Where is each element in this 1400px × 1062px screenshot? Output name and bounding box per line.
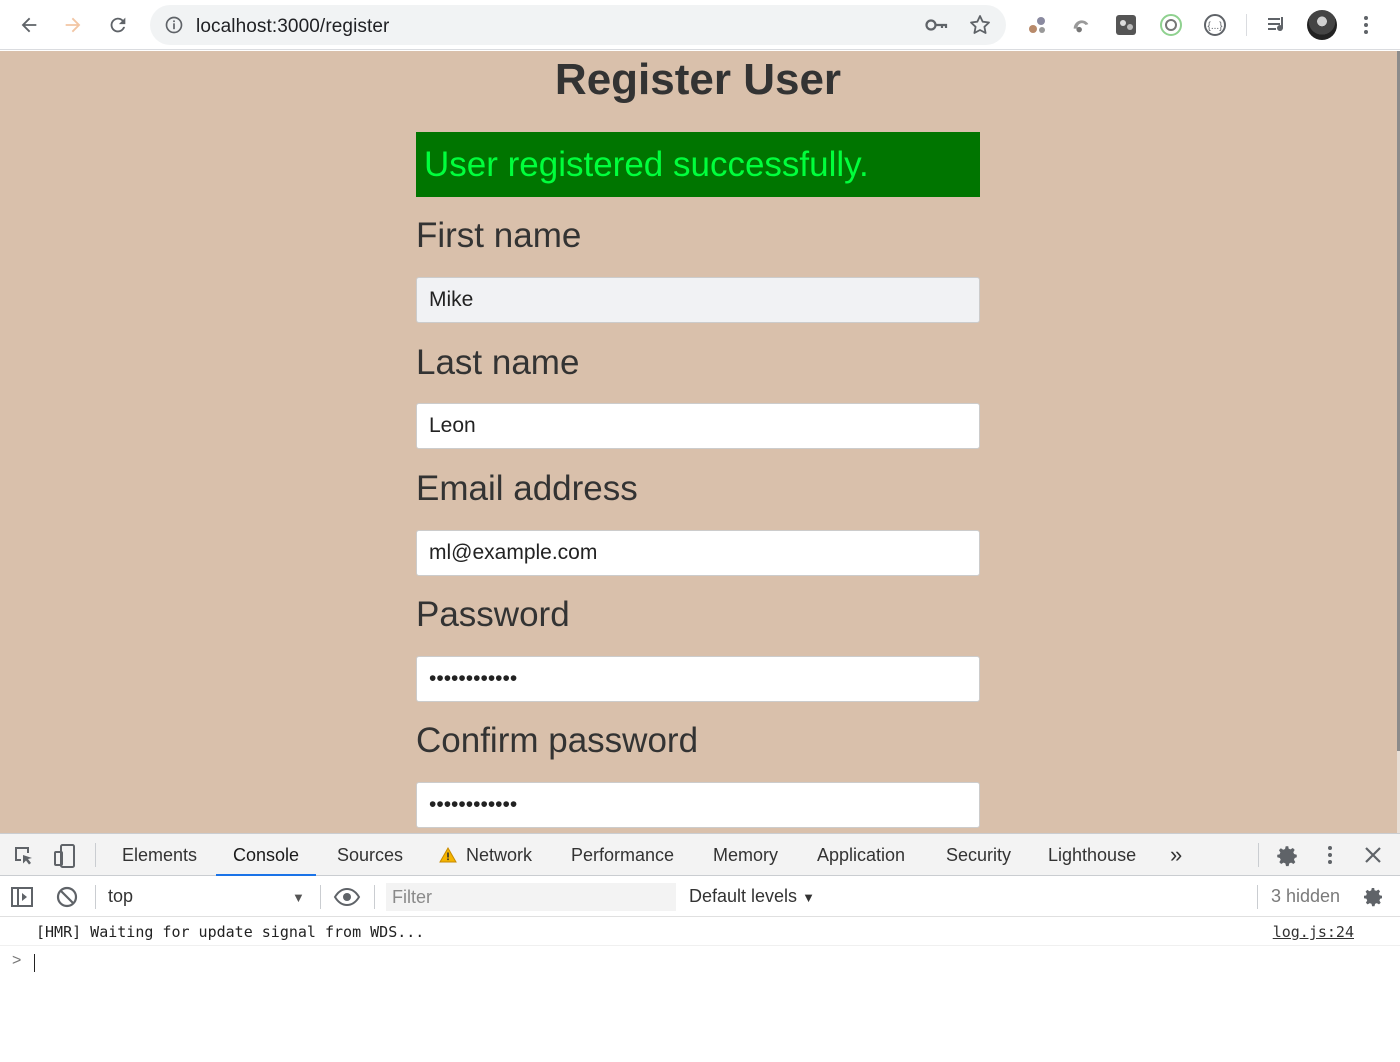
address-bar[interactable]: localhost:3000/register [150, 5, 1006, 45]
reload-button[interactable] [102, 9, 134, 41]
success-message: User registered successfully. [416, 132, 980, 197]
email-input[interactable] [416, 530, 980, 576]
tab-sources[interactable]: Sources [337, 834, 403, 876]
tab-lighthouse[interactable]: Lighthouse [1048, 834, 1136, 876]
tab-memory[interactable]: Memory [713, 834, 778, 876]
confirm-password-label: Confirm password [416, 721, 699, 760]
extension-icon-1[interactable] [1024, 12, 1050, 38]
toolbar-divider [1246, 14, 1247, 36]
tab-performance[interactable]: Performance [571, 834, 674, 876]
toolbar-separator [1257, 885, 1258, 909]
inspect-element-icon[interactable] [12, 844, 36, 868]
console-toolbar: top ▼ Default levels ▼ 3 hidden [0, 877, 1400, 917]
toolbar-separator [320, 885, 321, 909]
confirm-password-input[interactable] [416, 782, 980, 828]
console-filter-input[interactable] [386, 883, 676, 911]
eye-icon[interactable] [333, 885, 361, 909]
tab-console[interactable]: Console [216, 834, 317, 876]
extension-icon-2[interactable] [1068, 12, 1094, 38]
tab-separator [1258, 843, 1259, 867]
media-control-icon[interactable] [1264, 12, 1290, 38]
key-icon[interactable] [924, 14, 948, 41]
tab-security[interactable]: Security [946, 834, 1011, 876]
context-dropdown-arrow-icon[interactable]: ▼ [292, 890, 305, 905]
arrow-right-icon [65, 17, 81, 33]
more-tabs-button[interactable]: » [1170, 834, 1182, 876]
info-icon[interactable] [164, 15, 184, 40]
password-input[interactable] [416, 656, 980, 702]
warning-triangle-icon [439, 847, 457, 863]
back-button[interactable] [13, 9, 45, 41]
devtools-tabbar: Elements Console Sources Network Perform… [0, 834, 1400, 876]
password-label: Password [416, 595, 570, 634]
settings-gear-icon[interactable] [1274, 843, 1300, 869]
devtools-panel: Elements Console Sources Network Perform… [0, 833, 1400, 1062]
tab-network[interactable]: Network [466, 834, 532, 876]
chevron-down-icon: ▼ [802, 890, 815, 905]
url-text[interactable]: localhost:3000/register [196, 16, 389, 38]
close-devtools-icon[interactable] [1361, 843, 1385, 867]
console-input-caret[interactable] [34, 954, 35, 972]
page-title: Register User [554, 55, 842, 104]
console-log-row: [HMR] Waiting for update signal from WDS… [0, 918, 1400, 946]
arrow-left-icon [21, 17, 37, 33]
sidebar-toggle-icon[interactable] [10, 885, 34, 909]
tab-application[interactable]: Application [817, 834, 905, 876]
devtools-menu-icon[interactable] [1318, 843, 1342, 867]
tab-separator [95, 843, 96, 867]
log-message: [HMR] Waiting for update signal from WDS… [36, 923, 425, 941]
toolbar-separator [95, 885, 96, 909]
extension-icon-5[interactable]: {...} [1202, 12, 1228, 38]
log-levels-label: Default levels [689, 886, 798, 906]
device-toolbar-icon[interactable] [53, 843, 77, 869]
tab-elements[interactable]: Elements [122, 834, 197, 876]
console-settings-gear-icon[interactable] [1361, 885, 1385, 909]
profile-avatar[interactable] [1307, 10, 1337, 40]
browser-toolbar: localhost:3000/register {...} [0, 0, 1400, 50]
reload-icon [110, 17, 126, 33]
svg-text:{...}: {...} [1207, 21, 1223, 32]
last-name-label: Last name [416, 343, 580, 382]
first-name-input[interactable] [416, 277, 980, 323]
forward-button[interactable] [57, 9, 89, 41]
page-viewport: Register User User registered successful… [0, 51, 1400, 833]
clear-console-icon[interactable] [55, 885, 79, 909]
menu-kebab-icon[interactable] [1353, 12, 1379, 38]
toolbar-separator [374, 885, 375, 909]
email-label: Email address [416, 469, 638, 508]
log-source-link[interactable]: log.js:24 [1273, 923, 1354, 941]
context-select[interactable]: top [108, 886, 133, 907]
hidden-messages-count: 3 hidden [1271, 886, 1341, 906]
log-levels-dropdown[interactable]: Default levels ▼ [689, 886, 815, 907]
extension-icon-3[interactable] [1113, 12, 1139, 38]
console-prompt-icon: > [12, 952, 22, 969]
last-name-input[interactable] [416, 403, 980, 449]
extension-icon-4[interactable] [1158, 12, 1184, 38]
bookmark-star-icon[interactable] [968, 13, 992, 42]
first-name-label: First name [416, 216, 582, 255]
